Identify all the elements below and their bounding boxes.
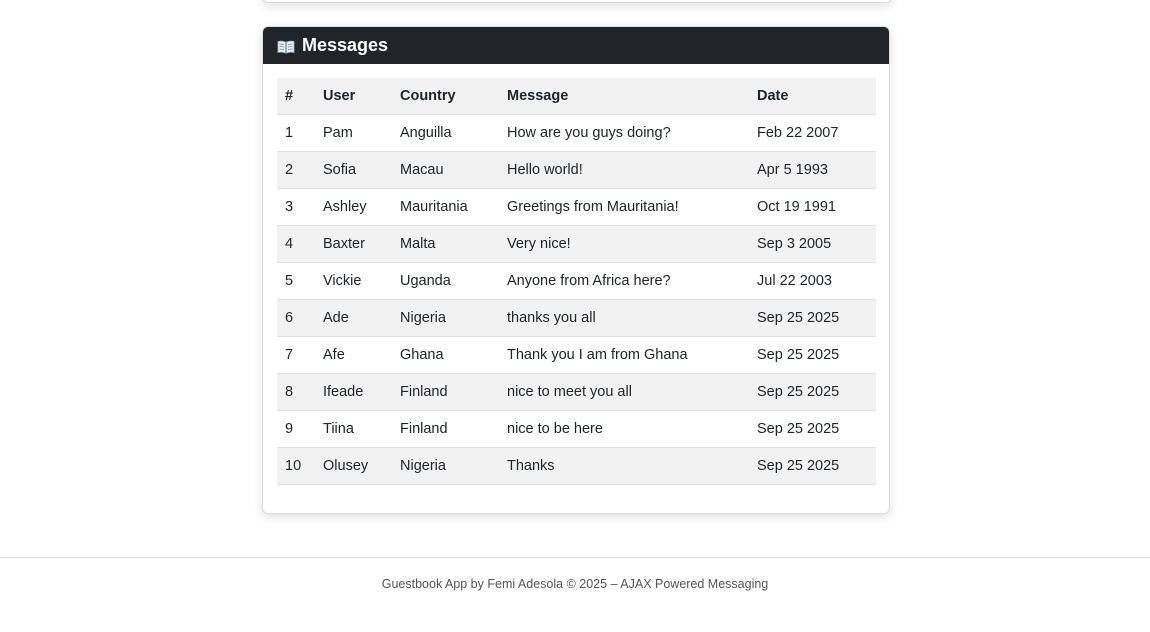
table-row: 8 Ifeade Finland nice to meet you all Se… [277, 373, 876, 411]
cell-user: Sofia [315, 151, 392, 189]
column-header-num: # [277, 78, 315, 115]
cell-num: 9 [277, 410, 315, 448]
cell-country: Finland [392, 373, 499, 411]
cell-message: Very nice! [499, 225, 749, 263]
cell-country: Nigeria [392, 299, 499, 337]
cell-user: Ashley [315, 188, 392, 226]
cell-date: Sep 3 2005 [749, 225, 876, 263]
cell-message: Thank you I am from Ghana [499, 336, 749, 374]
cell-date: Apr 5 1993 [749, 151, 876, 189]
cell-user: Ifeade [315, 373, 392, 411]
cell-message: How are you guys doing? [499, 114, 749, 152]
cell-message: Anyone from Africa here? [499, 262, 749, 300]
cell-num: 4 [277, 225, 315, 263]
cell-num: 3 [277, 188, 315, 226]
cell-user: Tiina [315, 410, 392, 448]
footer-text: Guestbook App by Femi Adesola © 2025 – A… [381, 577, 769, 591]
previous-card-bottom [262, 0, 892, 3]
table-row: 4 Baxter Malta Very nice! Sep 3 2005 [277, 225, 876, 263]
table-row: 9 Tiina Finland nice to be here Sep 25 2… [277, 410, 876, 448]
cell-date: Sep 25 2025 [749, 410, 876, 448]
cell-user: Baxter [315, 225, 392, 263]
cell-date: Sep 25 2025 [749, 336, 876, 374]
cell-date: Feb 22 2007 [749, 114, 876, 152]
cell-date: Oct 19 1991 [749, 188, 876, 226]
cell-user: Pam [315, 114, 392, 152]
messages-table: # User Country Message Date 1 Pam Anguil… [277, 78, 876, 485]
table-row: 10 Olusey Nigeria Thanks Sep 25 2025 [277, 447, 876, 485]
cell-message: nice to meet you all [499, 373, 749, 411]
table-row: 1 Pam Anguilla How are you guys doing? F… [277, 114, 876, 152]
cell-message: nice to be here [499, 410, 749, 448]
cell-user: Olusey [315, 447, 392, 485]
cell-country: Mauritania [392, 188, 499, 226]
cell-message: Greetings from Mauritania! [499, 188, 749, 226]
messages-card-header: Messages [263, 27, 889, 64]
cell-country: Malta [392, 225, 499, 263]
cell-num: 10 [277, 447, 315, 485]
cell-num: 8 [277, 373, 315, 411]
cell-country: Ghana [392, 336, 499, 374]
cell-country: Macau [392, 151, 499, 189]
table-header-row: # User Country Message Date [277, 78, 876, 115]
cell-message: Thanks [499, 447, 749, 485]
cell-num: 1 [277, 114, 315, 152]
column-header-message: Message [499, 78, 749, 115]
page-footer: Guestbook App by Femi Adesola © 2025 – A… [0, 557, 1150, 632]
cell-country: Uganda [392, 262, 499, 300]
table-row: 6 Ade Nigeria thanks you all Sep 25 2025 [277, 299, 876, 337]
column-header-country: Country [392, 78, 499, 115]
column-header-user: User [315, 78, 392, 115]
cell-date: Jul 22 2003 [749, 262, 876, 300]
cell-user: Afe [315, 336, 392, 374]
open-book-icon [277, 38, 295, 54]
cell-date: Sep 25 2025 [749, 447, 876, 485]
table-row: 7 Afe Ghana Thank you I am from Ghana Se… [277, 336, 876, 374]
messages-card-body: # User Country Message Date 1 Pam Anguil… [263, 64, 889, 485]
cell-user: Ade [315, 299, 392, 337]
cell-date: Sep 25 2025 [749, 373, 876, 411]
cell-num: 7 [277, 336, 315, 374]
cell-country: Finland [392, 410, 499, 448]
cell-country: Nigeria [392, 447, 499, 485]
cell-num: 2 [277, 151, 315, 189]
cell-message: Hello world! [499, 151, 749, 189]
cell-num: 5 [277, 262, 315, 300]
cell-message: thanks you all [499, 299, 749, 337]
cell-user: Vickie [315, 262, 392, 300]
cell-num: 6 [277, 299, 315, 337]
table-row: 5 Vickie Uganda Anyone from Africa here?… [277, 262, 876, 300]
cell-date: Sep 25 2025 [749, 299, 876, 337]
messages-title: Messages [302, 35, 389, 55]
table-row: 3 Ashley Mauritania Greetings from Mauri… [277, 188, 876, 226]
cell-country: Anguilla [392, 114, 499, 152]
column-header-date: Date [749, 78, 876, 115]
messages-card: Messages # User Country Message Date 1 P… [262, 26, 890, 514]
table-row: 2 Sofia Macau Hello world! Apr 5 1993 [277, 151, 876, 189]
